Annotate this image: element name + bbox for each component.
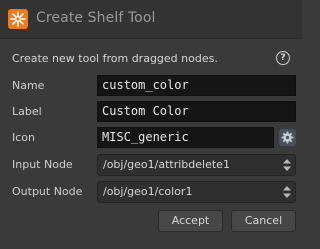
output-node-value: /obj/geo1/color1 xyxy=(103,185,193,198)
houdini-app-icon xyxy=(8,9,28,29)
output-node-label: Output Node xyxy=(12,185,83,198)
name-field[interactable]: custom_color xyxy=(97,75,296,96)
icon-label: Icon xyxy=(12,131,35,144)
help-icon[interactable]: ? xyxy=(276,51,290,65)
create-shelf-tool-dialog: Create new tool from dragged nodes. ? Na… xyxy=(0,38,302,249)
gear-icon xyxy=(281,131,294,144)
updown-arrows-icon xyxy=(283,186,291,198)
label-label: Label xyxy=(12,105,42,118)
window-title: Create Shelf Tool xyxy=(36,10,156,26)
input-node-label: Input Node xyxy=(12,158,73,171)
icon-chooser-button[interactable] xyxy=(279,129,296,146)
output-node-select[interactable]: /obj/geo1/color1 xyxy=(97,181,296,203)
label-field[interactable]: Custom Color xyxy=(97,101,296,122)
window-titlebar: Create Shelf Tool xyxy=(0,0,302,38)
updown-arrows-icon xyxy=(283,159,291,171)
dialog-description: Create new tool from dragged nodes. xyxy=(12,52,218,65)
cancel-button[interactable]: Cancel xyxy=(231,210,296,232)
input-node-value: /obj/geo1/attribdelete1 xyxy=(103,158,230,171)
input-node-select[interactable]: /obj/geo1/attribdelete1 xyxy=(97,154,296,176)
accept-button[interactable]: Accept xyxy=(158,210,223,232)
icon-field[interactable]: MISC_generic xyxy=(97,127,274,148)
name-label: Name xyxy=(12,79,45,92)
